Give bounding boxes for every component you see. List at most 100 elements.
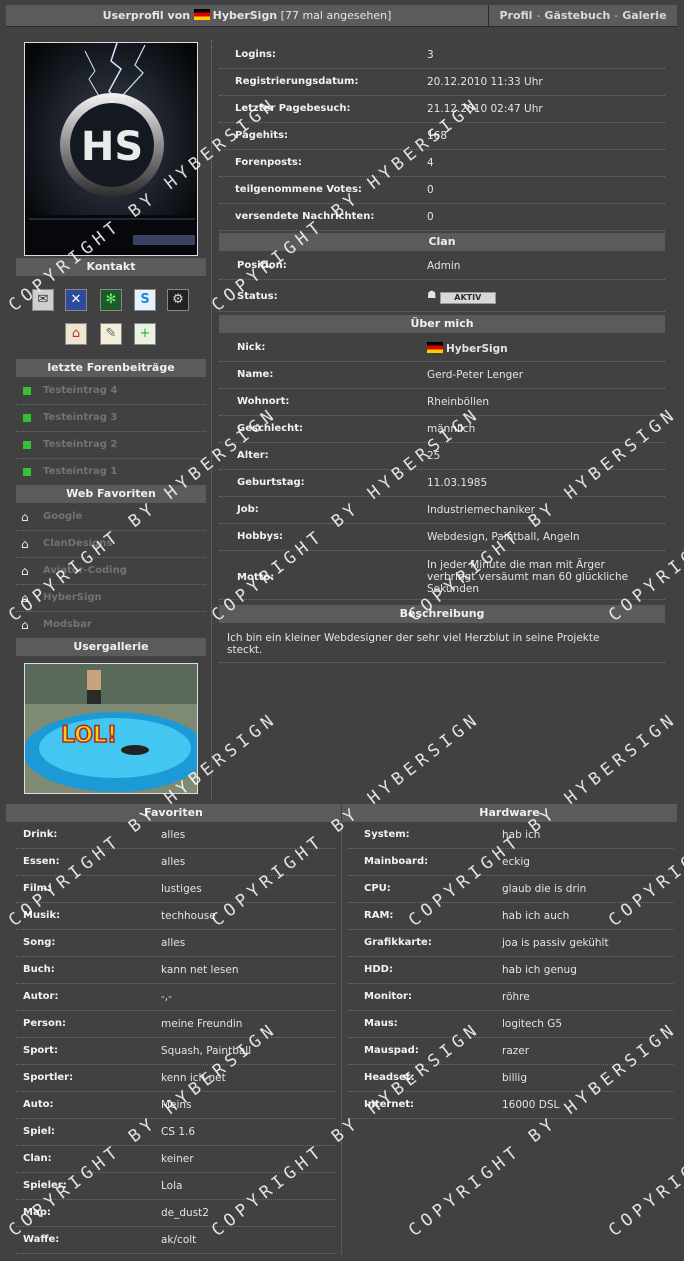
nav-profil-link[interactable]: Profil bbox=[499, 9, 532, 22]
stats-row-value: 4 bbox=[427, 157, 434, 169]
hardware-row-label: Mauspad: bbox=[364, 1045, 419, 1056]
favorite-row: Spiel: CS 1.6 bbox=[16, 1119, 336, 1146]
favorite-row: Waffe: ak/colt bbox=[16, 1227, 336, 1254]
nav-gallery-link[interactable]: Galerie bbox=[622, 9, 666, 22]
favorite-row: Song: alles bbox=[16, 930, 336, 957]
stats-row: Registrierungsdatum: 20.12.2010 11:33 Uhr bbox=[219, 69, 665, 96]
skype-icon[interactable]: S bbox=[134, 289, 156, 311]
hardware-row-label: CPU: bbox=[364, 883, 391, 894]
about-row: Name: Gerd-Peter Lenger bbox=[219, 362, 665, 389]
hardware-row-value: razer bbox=[502, 1045, 530, 1057]
stats-row: Logins: 3 bbox=[219, 42, 665, 69]
hardware-row-value: hab ich auch bbox=[502, 910, 570, 922]
favorite-row: Musik: techhouse bbox=[16, 903, 336, 930]
favorite-row-label: Person: bbox=[23, 1018, 66, 1029]
view-count: [77 mal angesehen] bbox=[280, 9, 392, 22]
favorite-row: Sportler: kenn ich net bbox=[16, 1065, 336, 1092]
about-row-value: Industriemechaniker bbox=[427, 504, 535, 516]
hardware-row-label: Grafikkarte: bbox=[364, 937, 432, 948]
stats-row-value: 0 bbox=[427, 184, 434, 196]
hardware-row-value: logitech G5 bbox=[502, 1018, 563, 1030]
favorite-row-label: Song: bbox=[23, 937, 56, 948]
clan-status-row: Status: ☗ AKTIV bbox=[219, 282, 665, 312]
hardware-heading: Hardware bbox=[342, 804, 677, 822]
favorite-row-label: Sportler: bbox=[23, 1072, 74, 1083]
about-row-label: Name: bbox=[237, 369, 274, 380]
hardware-row-value: röhre bbox=[502, 991, 530, 1003]
gallery-heading: Usergallerie bbox=[16, 638, 206, 656]
favorite-row: Sport: Squash, Paintball bbox=[16, 1038, 336, 1065]
favorite-row-value: ak/colt bbox=[161, 1234, 197, 1246]
hardware-row: Grafikkarte: joa is passiv gekühlt bbox=[348, 930, 674, 957]
gallery-thumbnail[interactable]: LOL! bbox=[24, 663, 198, 794]
svg-text:LOL!: LOL! bbox=[61, 723, 117, 748]
homepage-icon[interactable]: ⌂ bbox=[65, 323, 87, 345]
profile-title: Userprofil von HyberSign [77 mal angeseh… bbox=[6, 5, 488, 27]
description-heading: Beschreibung bbox=[219, 605, 665, 623]
favorite-row-value: kann net lesen bbox=[161, 964, 239, 976]
about-row-label: Geburtstag: bbox=[237, 477, 305, 488]
favorite-row-label: Waffe: bbox=[23, 1234, 60, 1245]
home-icon: ⌂ bbox=[21, 537, 29, 551]
favorite-row-value: Lola bbox=[161, 1180, 183, 1192]
stats-row-value: 3 bbox=[427, 49, 434, 61]
nick-value[interactable]: HyberSign bbox=[446, 343, 508, 355]
about-row: Job: Industriemechaniker bbox=[219, 497, 665, 524]
stats-row: Forenposts: 4 bbox=[219, 150, 665, 177]
about-row-label: Job: bbox=[237, 504, 259, 515]
stats-row-label: Registrierungsdatum: bbox=[235, 76, 359, 87]
stats-row-label: Forenposts: bbox=[235, 157, 302, 168]
favorite-row: Buch: kann net lesen bbox=[16, 957, 336, 984]
hardware-row-label: Monitor: bbox=[364, 991, 412, 1002]
about-row: Wohnort: Rheinböllen bbox=[219, 389, 665, 416]
stats-row-value: 20.12.2010 11:33 Uhr bbox=[427, 76, 543, 88]
svg-text:HS: HS bbox=[81, 124, 143, 170]
forum-item[interactable]: Testeintrag 4 bbox=[16, 378, 206, 405]
forum-heading: letzte Forenbeiträge bbox=[16, 359, 206, 377]
status-badge: AKTIV bbox=[439, 292, 496, 304]
stats-row-label: versendete Nachrichten: bbox=[235, 211, 375, 222]
about-row-label: Wohnort: bbox=[237, 396, 290, 407]
favorite-row-value: de_dust2 bbox=[161, 1207, 209, 1219]
title-prefix: Userprofil von bbox=[102, 9, 191, 22]
steam-icon[interactable]: ⚙ bbox=[167, 289, 189, 311]
favorite-row: Person: meine Freundin bbox=[16, 1011, 336, 1038]
profile-header: Userprofil von HyberSign [77 mal angeseh… bbox=[6, 5, 677, 27]
post-icon bbox=[23, 441, 31, 449]
forum-item[interactable]: Testeintrag 3 bbox=[16, 405, 206, 432]
favorite-row-label: Sport: bbox=[23, 1045, 58, 1056]
forum-item[interactable]: Testeintrag 2 bbox=[16, 432, 206, 459]
home-icon: ⌂ bbox=[21, 510, 29, 524]
about-row: Hobbys: Webdesign, Paintball, Angeln bbox=[219, 524, 665, 551]
add-friend-icon[interactable]: + bbox=[134, 323, 156, 345]
favorite-row-value: CS 1.6 bbox=[161, 1126, 196, 1138]
stats-row-label: Logins: bbox=[235, 49, 276, 60]
xfire-icon[interactable]: ✕ bbox=[65, 289, 87, 311]
icq-icon[interactable]: ✻ bbox=[100, 289, 122, 311]
guestbook-icon[interactable]: ✎ bbox=[100, 323, 122, 345]
hardware-row-label: Mainboard: bbox=[364, 856, 429, 867]
profile-username: HyberSign bbox=[212, 9, 278, 22]
favorite-row-value: techhouse bbox=[161, 910, 216, 922]
about-row-value: Rheinböllen bbox=[427, 396, 490, 408]
post-icon bbox=[23, 414, 31, 422]
about-row-label: Hobbys: bbox=[237, 531, 284, 542]
about-row-value: HyberSign bbox=[427, 342, 508, 355]
hardware-row-value: 16000 DSL bbox=[502, 1099, 560, 1111]
about-row-value: 11.03.1985 bbox=[427, 477, 488, 489]
favorite-row-label: Drink: bbox=[23, 829, 58, 840]
favorite-row-value: alles bbox=[161, 856, 186, 868]
germany-flag-icon bbox=[193, 9, 210, 20]
hardware-row: HDD: hab ich genug bbox=[348, 957, 674, 984]
favorite-row: Drink: alles bbox=[16, 822, 336, 849]
about-row: Nick: HyberSign bbox=[219, 335, 665, 362]
favorite-row-label: Autor: bbox=[23, 991, 59, 1002]
germany-flag-icon bbox=[427, 342, 443, 353]
favorite-row-value: lustiges bbox=[161, 883, 202, 895]
home-icon: ⌂ bbox=[21, 564, 29, 578]
web-favorite-item[interactable]: ⌂ Modsbar bbox=[16, 612, 206, 639]
hardware-row-label: RAM: bbox=[364, 910, 394, 921]
nav-guestbook-link[interactable]: Gästebuch bbox=[544, 9, 610, 22]
favorite-row-value: alles bbox=[161, 937, 186, 949]
post-icon bbox=[23, 387, 31, 395]
